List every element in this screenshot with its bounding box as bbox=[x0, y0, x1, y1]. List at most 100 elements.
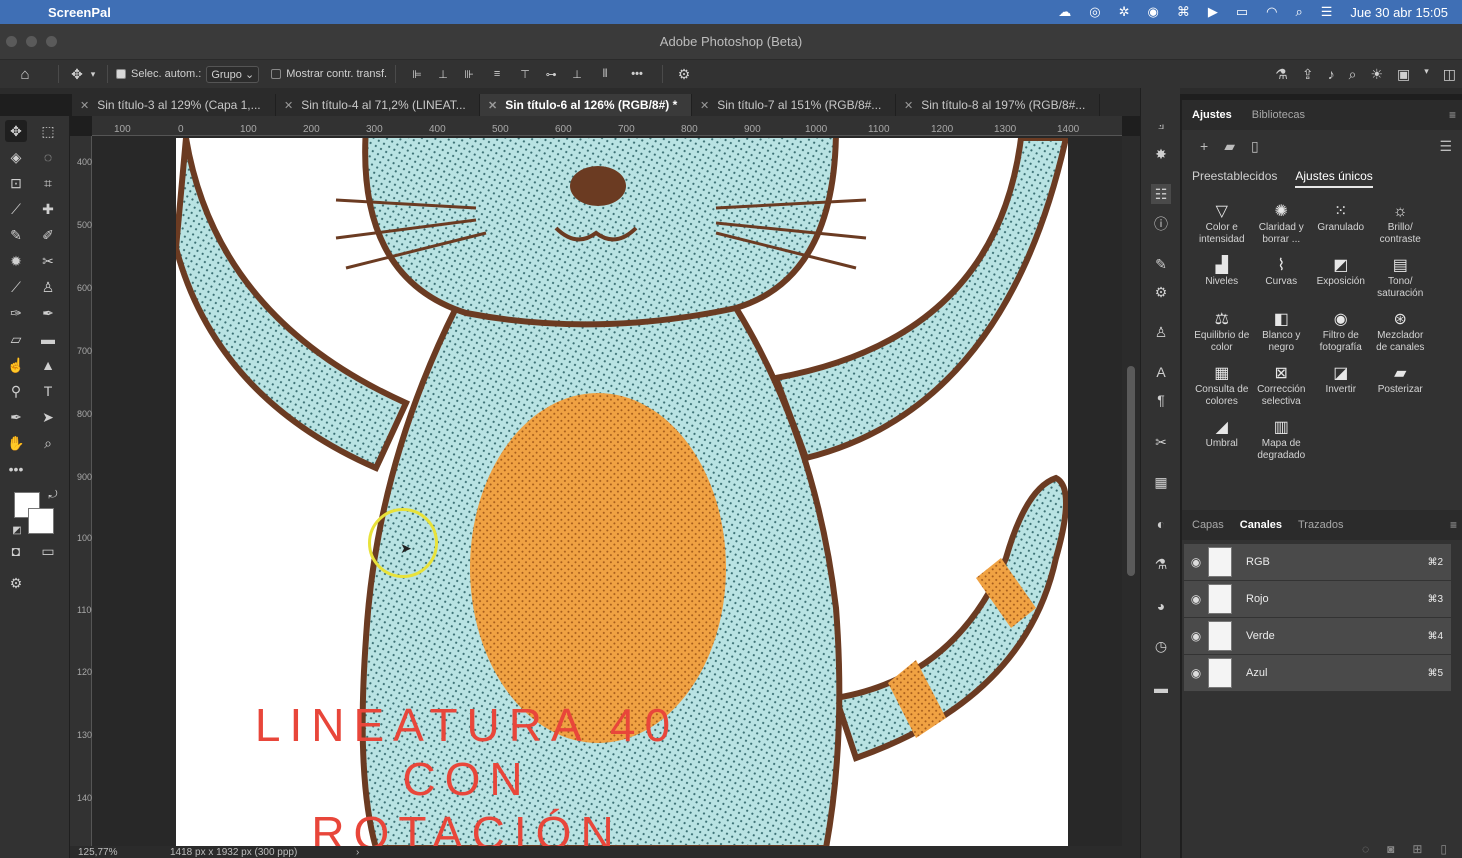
more-tools-icon[interactable]: ••• bbox=[5, 458, 27, 480]
eye-icon[interactable]: ◉ bbox=[1184, 629, 1208, 643]
adj-mapa-degradado[interactable]: ▥ Mapa de degradado bbox=[1252, 418, 1312, 462]
close-tab-icon[interactable]: ✕ bbox=[904, 99, 913, 112]
history-brush-icon[interactable]: ✑ bbox=[5, 302, 27, 324]
object-select-icon[interactable]: ⊡ bbox=[5, 172, 27, 194]
adj-brillo[interactable]: ☼ Brillo/ contraste bbox=[1371, 202, 1431, 246]
eye-icon[interactable]: ◉ bbox=[1184, 592, 1208, 606]
grid-icon[interactable]: ▦ bbox=[1151, 472, 1171, 492]
creative-cloud-icon[interactable]: ☁ bbox=[1058, 4, 1071, 20]
quick-mask-icon[interactable]: ◘ bbox=[5, 540, 27, 562]
adjustments-panel-icon[interactable]: ☷ bbox=[1151, 184, 1171, 204]
adj-posterizar[interactable]: ▰ Posterizar bbox=[1371, 364, 1431, 408]
adj-color-intensidad[interactable]: ▽ Color e intensidad bbox=[1192, 202, 1252, 246]
history-icon[interactable]: ◷ bbox=[1151, 636, 1171, 656]
wifi-icon[interactable]: ◠ bbox=[1266, 4, 1277, 20]
app-name[interactable]: ScreenPal bbox=[48, 5, 111, 20]
tab-doc-6[interactable]: ✕ Sin título-6 al 126% (RGB/8#) * bbox=[480, 94, 692, 116]
battery-icon[interactable]: ▭ bbox=[1236, 4, 1248, 20]
adj-invertir[interactable]: ◪ Invertir bbox=[1311, 364, 1371, 408]
adj-filtro-foto[interactable]: ◉ Filtro de fotografía bbox=[1311, 310, 1371, 354]
add-icon[interactable]: + bbox=[1200, 138, 1208, 155]
default-colors-icon[interactable]: ◩ bbox=[6, 520, 28, 542]
adj-claridad[interactable]: ✺ Claridad y borrar ... bbox=[1252, 202, 1312, 246]
align-left-icon[interactable]: ⊫ bbox=[404, 68, 430, 81]
tab-capas[interactable]: Capas bbox=[1192, 519, 1224, 531]
screen-mode-icon[interactable]: ▭ bbox=[37, 540, 59, 562]
show-transform-option[interactable]: Mostrar contr. transf. bbox=[271, 68, 387, 80]
tab-doc-3[interactable]: ✕ Sin título-3 al 129% (Capa 1,... bbox=[72, 94, 276, 116]
smudge-tool-icon[interactable]: ☝ bbox=[5, 354, 27, 376]
subtab-ajustes-unicos[interactable]: Ajustes únicos bbox=[1295, 169, 1373, 188]
tab-bibliotecas[interactable]: Bibliotecas bbox=[1252, 109, 1305, 121]
tab-ajustes[interactable]: Ajustes bbox=[1192, 109, 1232, 121]
settings-gear-icon[interactable]: ⚙ bbox=[671, 66, 697, 83]
search-icon[interactable]: ⌕ bbox=[1295, 4, 1302, 20]
workspace-icon[interactable]: ▣ bbox=[1397, 66, 1410, 83]
close-tab-icon[interactable]: ✕ bbox=[80, 99, 89, 112]
brush-tool-icon[interactable]: ⟋ bbox=[5, 276, 27, 298]
eyedropper-icon[interactable]: ⟋ bbox=[5, 198, 27, 220]
pen-tool-icon[interactable]: ✒ bbox=[5, 406, 27, 428]
adj-consulta[interactable]: ▦ Consulta de colores bbox=[1192, 364, 1252, 408]
gear-sparkle-icon[interactable]: ✸ bbox=[1151, 144, 1171, 164]
brushes-icon[interactable]: ✎ bbox=[1151, 254, 1171, 274]
adj-tono[interactable]: ▤ Tono/ saturación bbox=[1371, 256, 1431, 300]
minimize-window-button[interactable] bbox=[26, 36, 37, 47]
zoom-tool-icon[interactable]: ⌕ bbox=[37, 432, 59, 454]
panel-menu-icon[interactable]: ≡ bbox=[1450, 518, 1457, 532]
info-icon[interactable]: ⓘ bbox=[1151, 214, 1171, 234]
tab-trazados[interactable]: Trazados bbox=[1298, 519, 1343, 531]
zoom-level[interactable]: 125,77% bbox=[70, 847, 170, 858]
tab-doc-7[interactable]: ✕ Sin título-7 al 151% (RGB/8#... bbox=[692, 94, 896, 116]
control-center-icon[interactable]: ☰ bbox=[1321, 4, 1333, 20]
adj-granulado[interactable]: ⁙ Granulado bbox=[1311, 202, 1371, 246]
dodge-tool-icon[interactable]: ⚲ bbox=[5, 380, 27, 402]
eraser-tool-icon[interactable]: ▱ bbox=[5, 328, 27, 350]
show-transform-checkbox[interactable] bbox=[271, 69, 282, 79]
lasso-tool-icon[interactable]: ◌ bbox=[37, 146, 59, 168]
channel-row-rgb[interactable]: ◉ RGB ⌘2 bbox=[1184, 544, 1451, 581]
presets-icon[interactable]: ⚙ bbox=[1151, 282, 1171, 302]
subtab-preestablecidos[interactable]: Preestablecidos bbox=[1192, 169, 1277, 188]
adj-mezclador[interactable]: ⊛ Mezclador de canales bbox=[1371, 310, 1431, 354]
close-tab-icon[interactable]: ✕ bbox=[488, 99, 497, 112]
flask-icon[interactable]: ⚗ bbox=[1151, 554, 1171, 574]
vertical-scrollbar[interactable] bbox=[1122, 136, 1140, 848]
paint-bucket-icon[interactable]: ◈ bbox=[5, 146, 27, 168]
type-tool-icon[interactable]: T bbox=[37, 380, 59, 402]
more-options-icon[interactable]: ••• bbox=[620, 68, 654, 80]
distribute-icon[interactable]: ≡ bbox=[482, 68, 512, 80]
path-select-icon[interactable]: ➤ bbox=[37, 406, 59, 428]
panel-menu-icon[interactable]: ≡ bbox=[1449, 108, 1456, 122]
hand-tool-icon[interactable]: ✋ bbox=[5, 432, 27, 454]
tools-icon[interactable]: ✂ bbox=[1151, 432, 1171, 452]
tab-canales[interactable]: Canales bbox=[1240, 519, 1282, 531]
swatches-icon[interactable]: ◕ bbox=[1151, 596, 1171, 616]
adj-exposicion[interactable]: ◩ Exposición bbox=[1311, 256, 1371, 300]
character-icon[interactable]: A bbox=[1151, 362, 1171, 382]
crop-tool-icon[interactable]: ⌗ bbox=[37, 172, 59, 194]
move-tool-icon[interactable]: ✥ bbox=[67, 66, 87, 83]
flask-icon[interactable]: ⚗ bbox=[1275, 66, 1288, 83]
close-tab-icon[interactable]: ✕ bbox=[700, 99, 709, 112]
scrollbar-thumb[interactable] bbox=[1127, 366, 1135, 576]
list-view-icon[interactable]: ☰ bbox=[1439, 138, 1452, 155]
sharpen-tool-icon[interactable]: ▲ bbox=[37, 354, 59, 376]
trash-icon[interactable]: ▯ bbox=[1251, 138, 1259, 155]
home-icon[interactable]: ⌂ bbox=[0, 66, 50, 83]
delete-channel-icon[interactable]: ▯ bbox=[1440, 842, 1447, 856]
gradient-tool-icon[interactable]: ▬ bbox=[37, 328, 59, 350]
new-channel-icon[interactable]: ⊞ bbox=[1412, 842, 1422, 856]
scissors-icon[interactable]: ✂ bbox=[37, 250, 59, 272]
auto-select-option[interactable]: Selec. autom.: Grupo ⌄ bbox=[116, 65, 260, 83]
gear-badge-icon[interactable]: ✲ bbox=[1119, 4, 1130, 20]
eye-icon[interactable]: ◉ bbox=[1184, 666, 1208, 680]
screenpal-icon[interactable]: ◉ bbox=[1148, 4, 1159, 20]
marquee-tool-icon[interactable]: ⬚ bbox=[37, 120, 59, 142]
close-tab-icon[interactable]: ✕ bbox=[284, 99, 293, 112]
healing-icon[interactable]: ✚ bbox=[37, 198, 59, 220]
adj-correccion[interactable]: ⊠ Corrección selectiva bbox=[1252, 364, 1312, 408]
canvas-area[interactable]: ➤ LINEATURA 40 CON ROTACIÓN bbox=[92, 136, 1122, 848]
align-vcenter-icon[interactable]: ⊶ bbox=[538, 68, 564, 81]
stamp-tool-icon[interactable]: ♙ bbox=[37, 276, 59, 298]
